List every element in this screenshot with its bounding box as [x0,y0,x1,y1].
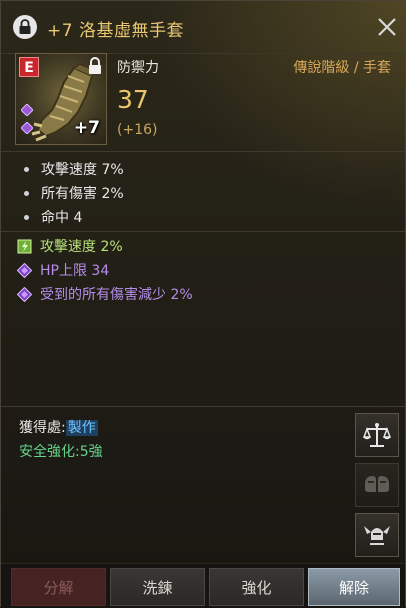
acquisition-source: 獲得處: 製作 [19,417,98,437]
item-tooltip-panel: +7 洛基虛無手套 E +7 防禦力 傳說階級 / 手套 37 (+16) 攻擊… [0,0,406,608]
extra-stat-label: 受到的所有傷害減少 2% [40,287,193,303]
extra-stat-row: 攻擊速度 2% [1,236,123,256]
lock-icon[interactable] [13,15,37,39]
costume-button[interactable] [355,513,399,557]
purple-gem-icon [21,104,33,116]
base-stat-row: 命中 4 [1,207,82,227]
release-button[interactable]: 解除 [308,568,400,606]
bullet-icon [24,190,29,196]
helmet-compare-icon [365,476,389,492]
source-link-craft[interactable]: 製作 [65,420,98,436]
divider [1,406,405,407]
base-stat-label: 命中 4 [41,210,83,226]
lock-icon [89,57,101,74]
main-stat-bonus: (+16) [117,122,158,138]
purple-gem-icon [17,262,32,278]
tooltip-header: +7 洛基虛無手套 [1,1,405,54]
enhance-button[interactable]: 強化 [209,568,304,606]
bullet-icon [24,166,29,172]
helmet-compare-button[interactable] [355,463,399,507]
extra-stat-row: 受到的所有傷害減少 2% [1,284,193,304]
item-title: +7 洛基虛無手套 [47,21,184,41]
close-icon[interactable] [375,15,399,39]
source-label: 獲得處: [19,420,66,436]
purple-gem-icon [21,122,33,134]
green-rune-icon [17,239,32,253]
extra-stat-row: HP上限 34 [1,260,109,280]
bullet-icon [24,214,29,220]
refine-button[interactable]: 洗鍊 [110,568,205,606]
dismantle-button[interactable]: 分解 [11,568,106,606]
main-stat-value: 37 [117,85,149,114]
grade-badge: E [19,57,39,77]
purple-gem-icon [17,286,32,302]
divider [1,151,405,152]
base-stat-label: 攻擊速度 7% [41,162,124,178]
base-stat-label: 所有傷害 2% [41,186,124,202]
scale-icon [362,423,392,447]
extra-stat-label: HP上限 34 [40,263,110,279]
winged-helmet-icon [364,526,390,545]
extra-stat-label: 攻擊速度 2% [40,239,123,255]
item-tier: 傳說階級 / 手套 [293,60,391,76]
divider [1,231,405,232]
compare-scale-button[interactable] [355,413,399,457]
item-icon-frame: E +7 [15,53,107,145]
enhance-level: +7 [73,118,100,138]
safe-enhance-info: 安全強化:5強 [19,444,103,460]
base-stat-row: 攻擊速度 7% [1,159,124,179]
base-stat-row: 所有傷害 2% [1,183,124,203]
main-stat-label: 防禦力 [117,60,159,76]
